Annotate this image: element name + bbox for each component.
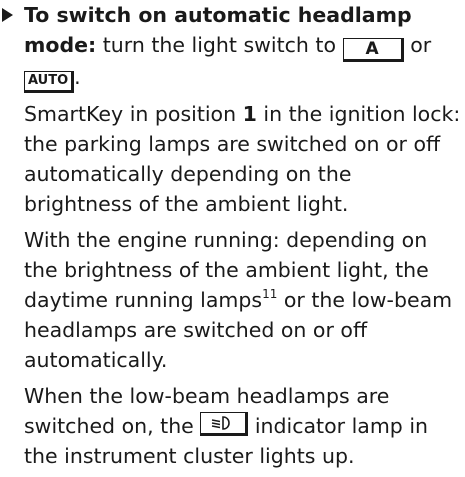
step-intro: turn the light switch to — [96, 33, 343, 57]
switch-position-auto-key: AUTO — [24, 71, 75, 93]
step-text: To switch on automatic headlamp mode: tu… — [24, 0, 465, 477]
manual-page: To switch on automatic headlamp mode: tu… — [0, 0, 465, 468]
switch-position-a-key: A — [342, 38, 404, 62]
paragraph-parking-lamps: SmartKey in position 1 in the ignition l… — [24, 99, 465, 219]
step-period: . — [74, 65, 81, 89]
p1-pre: SmartKey in position — [24, 102, 243, 126]
footnote-marker: 11 — [262, 287, 278, 301]
paragraph-engine-running: With the engine running: depending on th… — [24, 225, 465, 375]
step-or: or — [403, 33, 432, 57]
step-bullet-icon — [2, 0, 18, 30]
step-instruction: To switch on automatic headlamp mode: tu… — [24, 0, 465, 93]
p1-position-number: 1 — [242, 102, 257, 126]
paragraph-indicator-lamp: When the low-beam headlamps are switched… — [24, 381, 465, 471]
low-beam-headlamp-icon — [200, 412, 249, 436]
